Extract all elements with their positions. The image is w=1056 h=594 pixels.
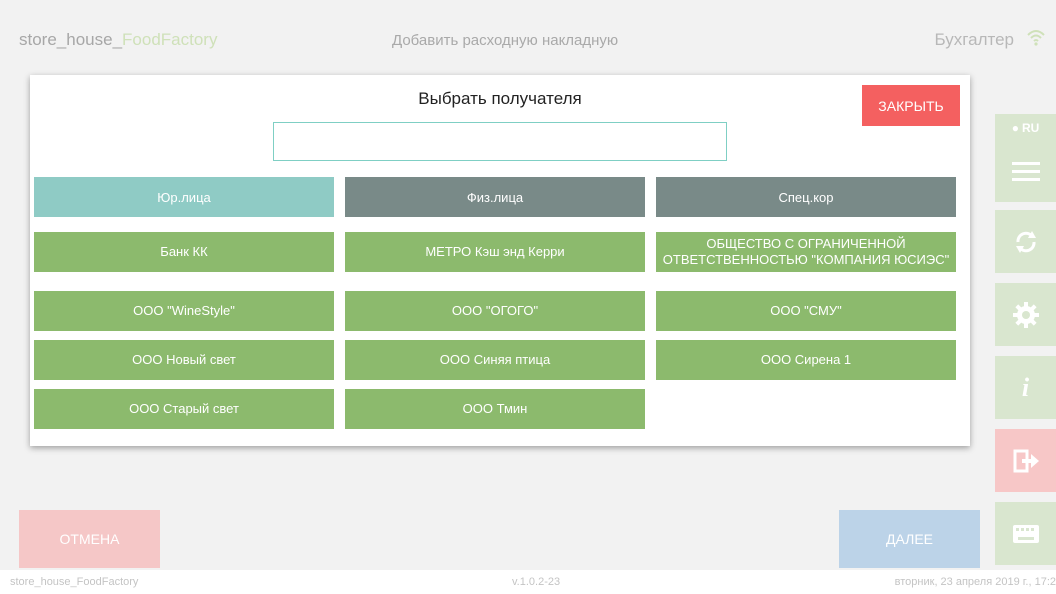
recipient-item[interactable]: Банк КК [34,232,334,272]
recipient-dialog: Выбрать получателя ЗАКРЫТЬ Юр.лица Физ.л… [30,75,970,446]
recipient-item[interactable]: МЕТРО Кэш энд Керри [345,232,645,272]
info-icon: i [1021,372,1030,402]
recipient-item[interactable]: ООО Синяя птица [345,340,645,380]
tab-special[interactable]: Спец.кор [656,177,956,217]
recipient-item[interactable]: ООО "WineStyle" [34,291,334,331]
info-button[interactable]: i [995,356,1056,419]
gear-icon [1012,301,1039,328]
app-name-accent: FoodFactory [122,30,218,49]
keyboard-button[interactable] [995,502,1056,565]
menu-icon [1011,161,1040,181]
exit-button[interactable] [995,429,1056,492]
tab-legal-entities[interactable]: Юр.лица [34,177,334,217]
search-input[interactable] [273,122,727,161]
page-heading: Добавить расходную накладную [392,32,619,49]
recipient-item[interactable]: ООО "ОГОГО" [345,291,645,331]
sync-button[interactable] [995,210,1056,273]
language-label: RU [1021,121,1040,135]
top-bar: store_house_FoodFactory Добавить расходн… [0,0,1056,78]
recipient-item[interactable]: ООО Тмин [345,389,645,429]
language-button[interactable]: ● RU [995,114,1056,142]
recipient-item[interactable]: ООО Старый свет [34,389,334,429]
footer-datetime: вторник, 23 апреля 2019 г., 17:2 [894,576,1056,588]
recipient-item[interactable]: ООО Сирена 1 [656,340,956,380]
globe-icon: ● [1011,121,1019,135]
app-title: store_house_FoodFactory [19,30,217,50]
next-button[interactable]: ДАЛЕЕ [839,510,980,568]
wifi-icon [1027,30,1045,46]
cancel-button[interactable]: ОТМЕНА [19,510,160,568]
app-name-main: store_house_ [19,30,123,49]
sync-icon [1015,230,1036,253]
footer-app-name: store_house_FoodFactory [10,576,139,588]
settings-button[interactable] [995,283,1056,346]
footer-version: v.1.0.2-23 [512,576,561,588]
recipient-item[interactable]: ООО "СМУ" [656,291,956,331]
dialog-title: Выбрать получателя [418,89,582,108]
recipient-item[interactable]: ООО Новый свет [34,340,334,380]
menu-button[interactable] [995,139,1056,202]
keyboard-icon [1012,524,1039,543]
status-bar: store_house_FoodFactory v.1.0.2-23 вторн… [0,570,1056,594]
recipient-item[interactable]: ОБЩЕСТВО С ОГРАНИЧЕННОЙ ОТВЕТСТВЕННОСТЬЮ… [656,232,956,272]
close-button[interactable]: ЗАКРЫТЬ [862,85,960,126]
exit-icon [1013,449,1039,472]
user-name: Бухгалтер [934,30,1015,49]
tab-individuals[interactable]: Физ.лица [345,177,645,217]
